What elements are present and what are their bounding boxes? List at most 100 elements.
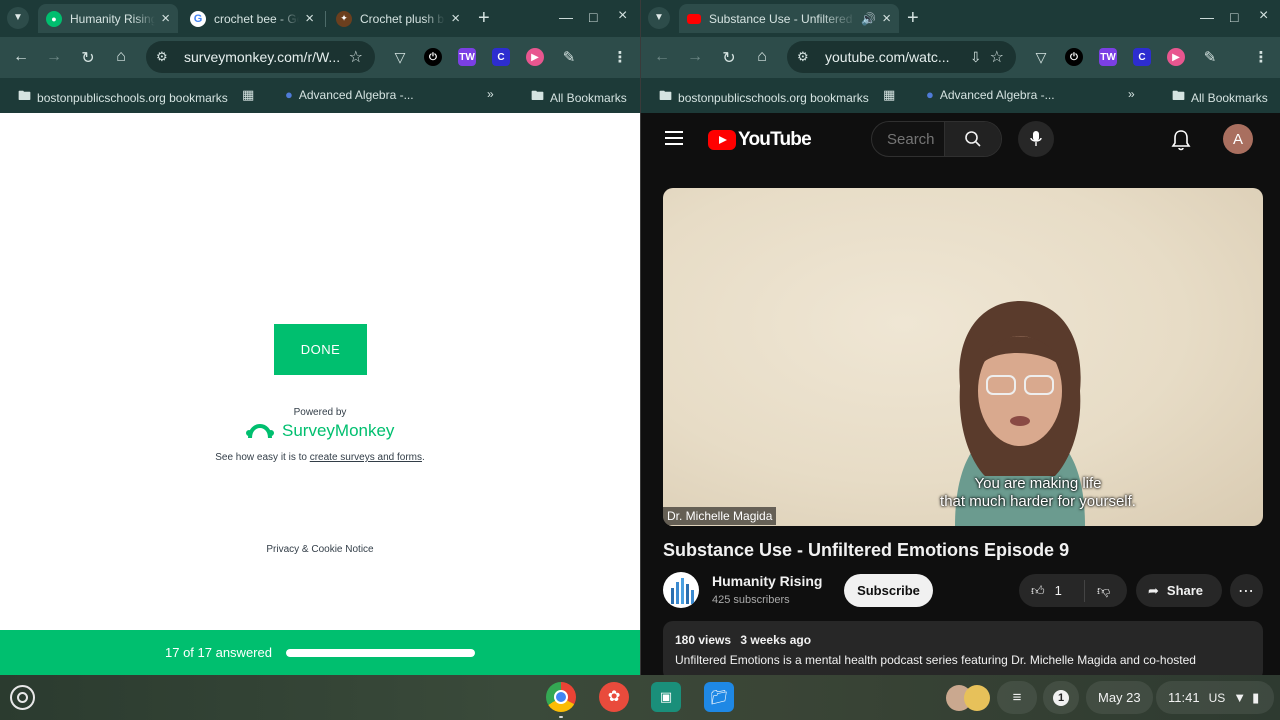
channel-name[interactable]: Humanity Rising bbox=[712, 573, 822, 589]
minimize-icon[interactable]: — bbox=[559, 9, 573, 25]
more-bookmarks-chevron-icon[interactable]: » bbox=[1128, 87, 1135, 101]
back-arrow-icon[interactable]: ← bbox=[652, 48, 672, 66]
home-icon[interactable]: ⌂ bbox=[111, 48, 131, 66]
voice-search-button[interactable] bbox=[1018, 121, 1054, 157]
back-arrow-icon[interactable]: ← bbox=[11, 48, 31, 66]
tab-close-icon[interactable]: × bbox=[161, 10, 170, 27]
account-avatar[interactable]: A bbox=[1223, 124, 1253, 154]
reload-icon[interactable]: ↻ bbox=[78, 48, 98, 68]
survey-progress-footer: 17 of 17 answered bbox=[0, 630, 640, 675]
input-locale: US bbox=[1208, 690, 1226, 705]
extensions-puzzle-icon[interactable]: ✎ bbox=[1201, 48, 1219, 66]
extensions-puzzle-icon[interactable]: ✎ bbox=[560, 48, 578, 66]
home-icon[interactable]: ⌂ bbox=[752, 48, 772, 66]
search-button[interactable] bbox=[944, 122, 1001, 156]
bookmark-folder-bps[interactable]: 🖿 bostonpublicschools.org bookmarks bbox=[18, 87, 228, 109]
status-area[interactable]: 11:41 US ▼ ▮ bbox=[1156, 681, 1274, 714]
maximize-icon[interactable]: □ bbox=[1230, 9, 1238, 25]
paint-app-icon[interactable]: ✿ bbox=[599, 682, 629, 712]
second-avatar-icon[interactable] bbox=[964, 685, 990, 711]
notifications-bell-icon[interactable] bbox=[1171, 129, 1191, 156]
video-extension-icon[interactable]: ▶ bbox=[1167, 48, 1185, 66]
minimize-icon[interactable]: — bbox=[1200, 9, 1214, 25]
c-extension-icon[interactable]: C bbox=[492, 48, 510, 66]
more-actions-icon[interactable]: ⋯ bbox=[1230, 574, 1263, 607]
apps-grid-icon[interactable]: ▦ bbox=[883, 87, 901, 103]
globe-icon: ● bbox=[926, 87, 934, 102]
reload-icon[interactable]: ↻ bbox=[719, 48, 739, 68]
chrome-app-icon[interactable] bbox=[546, 682, 576, 712]
forward-arrow-icon[interactable]: → bbox=[44, 48, 64, 66]
puzzle-extension-icon[interactable]: TW bbox=[458, 48, 476, 66]
close-window-icon[interactable]: × bbox=[618, 7, 627, 25]
power-extension-icon[interactable]: ⏻ bbox=[424, 48, 442, 66]
tab-crochet-plush-bee[interactable]: ✦ Crochet plush bee × bbox=[328, 4, 468, 33]
launcher-circle-icon[interactable] bbox=[10, 685, 35, 710]
maximize-icon[interactable]: □ bbox=[589, 9, 597, 25]
tab-humanity-rising[interactable]: ● Humanity Rising × bbox=[38, 4, 178, 33]
like-button[interactable]: 👍︎ 1 bbox=[1019, 579, 1085, 602]
subscribe-button[interactable]: Subscribe bbox=[844, 574, 933, 607]
apps-grid-icon[interactable]: ▦ bbox=[242, 87, 260, 103]
right-browser-window: ▼ Substance Use - Unfiltered Emotions 🔊 … bbox=[640, 0, 1280, 675]
site-info-icon[interactable]: ⚙ bbox=[156, 49, 176, 65]
share-button[interactable]: ➦ Share bbox=[1136, 574, 1222, 607]
video-extension-icon[interactable]: ▶ bbox=[526, 48, 544, 66]
site-info-icon[interactable]: ⚙ bbox=[797, 49, 817, 65]
tab-close-icon[interactable]: × bbox=[451, 10, 460, 27]
video-description[interactable]: 180 views 3 weeks ago Unfiltered Emotion… bbox=[663, 621, 1263, 675]
tab-search-chevron-icon[interactable]: ▼ bbox=[7, 7, 29, 29]
youtube-logo[interactable]: YouTube bbox=[708, 129, 812, 151]
forward-arrow-icon[interactable]: → bbox=[685, 48, 705, 66]
tab-close-icon[interactable]: × bbox=[305, 10, 314, 27]
tab-search-chevron-icon[interactable]: ▼ bbox=[648, 7, 670, 29]
tab-title: crochet bee - Google Search bbox=[214, 11, 299, 26]
all-bookmarks[interactable]: 🖿 All Bookmarks bbox=[1172, 87, 1268, 109]
tab-strip: ▼ ● Humanity Rising × G crochet bee - Go… bbox=[0, 0, 640, 37]
youtube-page: YouTube A You are m bbox=[641, 113, 1280, 675]
surveymonkey-logo[interactable]: SurveyMonkey bbox=[246, 421, 394, 441]
date-pill[interactable]: May 23 bbox=[1086, 681, 1153, 714]
address-bar[interactable]: ⚙ surveymonkey.com/r/W... ☆ bbox=[146, 41, 375, 73]
shield-extension-icon[interactable]: ▽ bbox=[1032, 48, 1050, 66]
new-tab-plus-icon[interactable]: + bbox=[907, 7, 919, 29]
channel-avatar[interactable] bbox=[663, 572, 699, 608]
kebab-menu-icon[interactable]: ⋮ bbox=[611, 48, 629, 66]
bookmark-advanced-algebra[interactable]: ● Advanced Algebra -... bbox=[285, 87, 414, 102]
kebab-menu-icon[interactable]: ⋮ bbox=[1252, 48, 1270, 66]
power-extension-icon[interactable]: ⏻ bbox=[1065, 48, 1083, 66]
audio-playing-icon[interactable]: 🔊 bbox=[861, 12, 876, 26]
c-extension-icon[interactable]: C bbox=[1133, 48, 1151, 66]
done-button[interactable]: DONE bbox=[274, 324, 367, 375]
tab-strip: ▼ Substance Use - Unfiltered Emotions 🔊 … bbox=[641, 0, 1280, 37]
close-window-icon[interactable]: × bbox=[1259, 7, 1268, 25]
hamburger-menu-icon[interactable] bbox=[665, 131, 683, 149]
surveymonkey-wordmark: SurveyMonkey bbox=[282, 421, 395, 440]
browser-toolbar: ← → ↻ ⌂ ⚙ surveymonkey.com/r/W... ☆ ▽ ⏻ … bbox=[0, 37, 640, 78]
playlist-media-icon[interactable]: ≡ bbox=[997, 681, 1037, 714]
new-tab-plus-icon[interactable]: + bbox=[478, 7, 490, 29]
install-app-icon[interactable]: ⇩ bbox=[970, 49, 982, 66]
address-bar[interactable]: ⚙ youtube.com/watc... ⇩ ☆ bbox=[787, 41, 1016, 73]
privacy-cookie-link[interactable]: Privacy & Cookie Notice bbox=[0, 544, 640, 555]
create-surveys-link[interactable]: create surveys and forms bbox=[310, 452, 422, 463]
more-bookmarks-chevron-icon[interactable]: » bbox=[487, 87, 494, 101]
tab-close-icon[interactable]: × bbox=[882, 10, 891, 27]
puzzle-extension-icon[interactable]: TW bbox=[1099, 48, 1117, 66]
dislike-button[interactable]: 👎︎ bbox=[1097, 583, 1110, 599]
video-player[interactable]: You are making life that much harder for… bbox=[663, 188, 1263, 526]
files-app-icon[interactable]: 📁︎ bbox=[704, 682, 734, 712]
tab-crochet-bee-search[interactable]: G crochet bee - Google Search × bbox=[182, 4, 322, 33]
bookmark-star-icon[interactable]: ☆ bbox=[990, 47, 1004, 67]
progress-text: 17 of 17 answered bbox=[165, 645, 272, 660]
search-input[interactable] bbox=[872, 122, 944, 156]
bookmark-folder-bps[interactable]: 🖿 bostonpublicschools.org bookmarks bbox=[659, 87, 869, 109]
bookmark-star-icon[interactable]: ☆ bbox=[349, 47, 363, 67]
tab-substance-use[interactable]: Substance Use - Unfiltered Emotions 🔊 × bbox=[679, 4, 899, 33]
shield-extension-icon[interactable]: ▽ bbox=[391, 48, 409, 66]
all-bookmarks[interactable]: 🖿 All Bookmarks bbox=[531, 87, 627, 109]
bookmark-advanced-algebra[interactable]: ● Advanced Algebra -... bbox=[926, 87, 1055, 102]
notification-badge[interactable]: 1 bbox=[1043, 681, 1079, 714]
folder-icon: 🖿 bbox=[659, 88, 673, 103]
classroom-app-icon[interactable]: ▣ bbox=[651, 682, 681, 712]
